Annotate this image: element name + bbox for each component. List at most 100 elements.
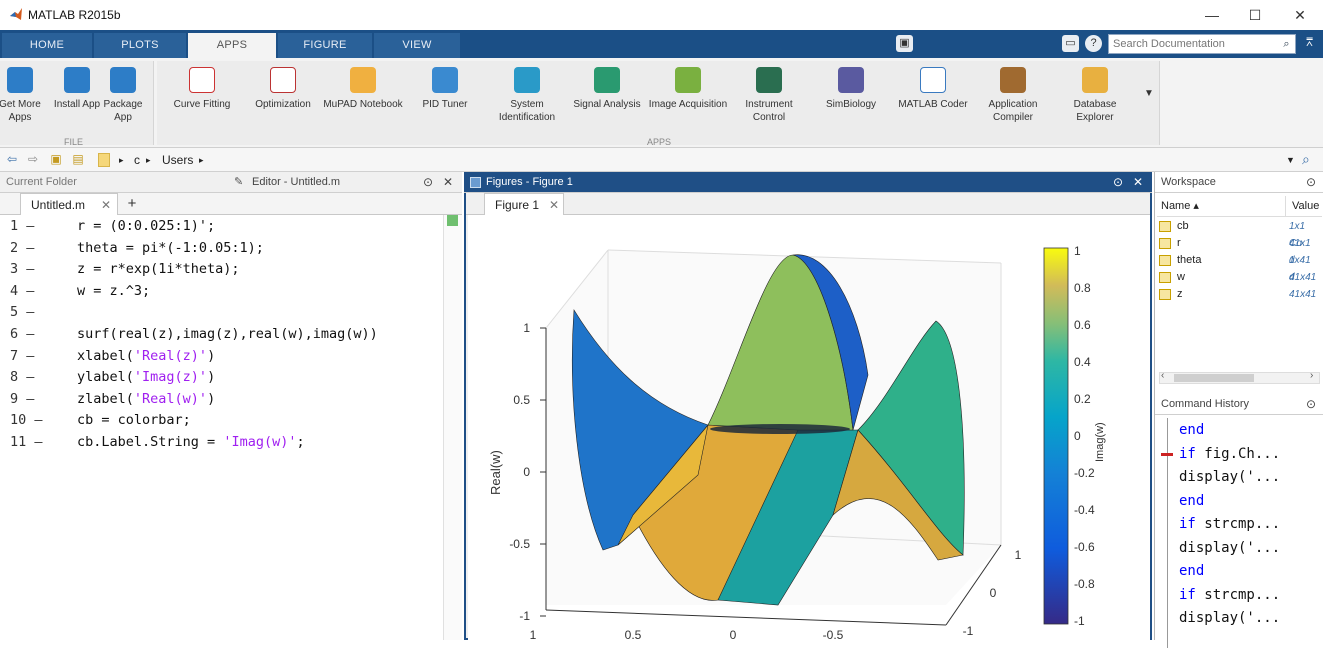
- workspace-hscrollbar[interactable]: ‹ ›: [1159, 370, 1320, 384]
- close-tab-icon[interactable]: ✕: [549, 194, 559, 216]
- line-number[interactable]: 5 —: [10, 302, 40, 324]
- app-image-acquisition[interactable]: Image Acquisition: [648, 67, 728, 111]
- tab-home[interactable]: HOME: [2, 33, 92, 58]
- col-value[interactable]: Value: [1285, 196, 1319, 217]
- code-line[interactable]: 8 — ylabel('Imag(z)'): [0, 367, 440, 389]
- workspace-row[interactable]: theta 1x41 d: [1159, 252, 1319, 283]
- breadcrumb-drive[interactable]: c: [134, 153, 140, 167]
- colorbar-tick-label: -0.4: [1074, 503, 1095, 517]
- plot-area[interactable]: Real(w) 1 0.5 0 -0.5 -1 1 0 -1 1 0.5 0 -0.5 1 0.8 0…: [468, 215, 1150, 642]
- up-folder-icon[interactable]: ▣: [48, 152, 64, 167]
- code-line[interactable]: 4 — w = z.^3;: [0, 281, 440, 303]
- collapse-toolstrip-icon[interactable]: ⩞: [1301, 35, 1318, 52]
- app-matlab-coder[interactable]: MATLAB Coder: [893, 67, 973, 111]
- line-number[interactable]: 3 —: [10, 259, 40, 281]
- maximize-button[interactable]: ☐: [1235, 4, 1275, 26]
- panel-actions-icon[interactable]: ⊙: [420, 172, 436, 193]
- path-dropdown-icon[interactable]: ▼: [1286, 155, 1295, 165]
- minimize-button[interactable]: —: [1192, 4, 1232, 26]
- history-entry[interactable]: if strcmp...: [1179, 587, 1280, 603]
- search-folder-icon[interactable]: ⌕: [1302, 151, 1310, 168]
- search-icon[interactable]: ⌕: [1278, 36, 1295, 53]
- scroll-right-icon[interactable]: ›: [1310, 370, 1313, 381]
- code-line[interactable]: 5 —: [0, 302, 440, 324]
- close-figure-icon[interactable]: ✕: [1130, 172, 1146, 193]
- app-mupad-notebook[interactable]: MuPAD Notebook: [323, 67, 403, 111]
- workspace-row[interactable]: r 41x1 d: [1159, 235, 1319, 266]
- history-entry[interactable]: end: [1179, 563, 1204, 579]
- code-line[interactable]: 2 — theta = pi*(-1:0.05:1);: [0, 238, 440, 260]
- ribbon-more-icon[interactable]: ▼: [1144, 88, 1154, 99]
- tab-plots[interactable]: PLOTS: [94, 33, 186, 58]
- tab-apps[interactable]: APPS: [188, 33, 276, 58]
- history-entry[interactable]: if strcmp...: [1179, 516, 1280, 532]
- surface-plot[interactable]: Real(w) 1 0.5 0 -0.5 -1 1 0 -1 1 0.5 0 -0.5 1 0.8 0…: [468, 215, 1150, 642]
- history-entry[interactable]: display('...: [1179, 469, 1280, 485]
- app-database-explorer[interactable]: Database Explorer: [1055, 67, 1135, 124]
- current-folder-header[interactable]: Current Folder: [0, 172, 230, 193]
- tab-figure[interactable]: FIGURE: [278, 33, 372, 58]
- app-simbiology[interactable]: SimBiology: [811, 67, 891, 111]
- forward-icon[interactable]: ⇨: [25, 152, 41, 167]
- code-line[interactable]: 11 — cb.Label.String = 'Imag(w)';: [0, 432, 440, 454]
- panel-actions-icon[interactable]: ⊙: [1110, 172, 1126, 193]
- app-pid-tuner[interactable]: PID Tuner: [405, 67, 485, 111]
- install-app-button[interactable]: Install App: [52, 67, 102, 111]
- history-entry[interactable]: end: [1179, 493, 1204, 509]
- tab-untitled[interactable]: Untitled.m ✕: [20, 193, 118, 215]
- close-editor-icon[interactable]: ✕: [440, 172, 456, 193]
- line-number[interactable]: 7 —: [10, 346, 40, 368]
- line-number[interactable]: 1 —: [10, 216, 40, 238]
- app-curve-fitting[interactable]: Curve Fitting: [162, 67, 242, 111]
- line-number[interactable]: 10 —: [10, 410, 43, 432]
- workspace-row[interactable]: z 41x41: [1159, 286, 1319, 303]
- history-header: Command History ⊙: [1155, 394, 1323, 415]
- scroll-left-icon[interactable]: ‹: [1161, 370, 1164, 381]
- line-number[interactable]: 2 —: [10, 238, 40, 260]
- code-line[interactable]: 7 — xlabel('Real(z)'): [0, 346, 440, 368]
- line-number[interactable]: 8 —: [10, 367, 40, 389]
- code-area[interactable]: 1 — r = (0:0.025:1)'; 2 — theta = pi*(-1:0.…: [0, 216, 440, 454]
- app-application-compiler[interactable]: Application Compiler: [973, 67, 1053, 124]
- workspace-panel: Workspace ⊙ Name ▴ Value cb 1x1 Co r 41x1 d…: [1154, 172, 1323, 394]
- code-line[interactable]: 9 — zlabel('Real(w)'): [0, 389, 440, 411]
- breadcrumb-users[interactable]: Users: [162, 153, 193, 167]
- get-more-apps-button[interactable]: Get More Apps: [0, 67, 50, 124]
- col-name[interactable]: Name ▴: [1161, 196, 1199, 217]
- help-icon[interactable]: ?: [1085, 35, 1102, 52]
- panel-actions-icon[interactable]: ⊙: [1303, 394, 1319, 415]
- search-input[interactable]: Search Documentation: [1108, 34, 1296, 54]
- history-entry[interactable]: if fig.Ch...: [1179, 446, 1280, 462]
- workspace-row[interactable]: w 41x41: [1159, 269, 1319, 286]
- close-button[interactable]: ✕: [1280, 4, 1320, 26]
- code-line[interactable]: 6 — surf(real(z),imag(z),real(w),imag(w)): [0, 324, 440, 346]
- close-tab-icon[interactable]: ✕: [101, 194, 111, 216]
- package-app-button[interactable]: Package App: [98, 67, 148, 124]
- app-system-identification[interactable]: System Identification: [487, 67, 567, 124]
- code-line[interactable]: 3 — z = r*exp(1i*theta);: [0, 259, 440, 281]
- tab-view[interactable]: VIEW: [374, 33, 460, 58]
- tab-figure-1[interactable]: Figure 1 ✕: [484, 193, 564, 215]
- app-optimization[interactable]: Optimization: [243, 67, 323, 111]
- code-line[interactable]: 1 — r = (0:0.025:1)';: [0, 216, 440, 238]
- history-entry[interactable]: end: [1179, 422, 1204, 438]
- line-number[interactable]: 11 —: [10, 432, 43, 454]
- new-tab-icon[interactable]: +: [120, 193, 144, 215]
- quick-access-icon[interactable]: ▣: [896, 35, 913, 52]
- app-instrument-control[interactable]: Instrument Control: [729, 67, 809, 124]
- line-number[interactable]: 9 —: [10, 389, 40, 411]
- scroll-thumb[interactable]: [1174, 374, 1254, 382]
- panel-actions-icon[interactable]: ⊙: [1303, 172, 1319, 193]
- window-layout-icon[interactable]: ▭: [1062, 35, 1079, 52]
- history-entry[interactable]: display('...: [1179, 610, 1280, 626]
- back-icon[interactable]: ⇦: [4, 152, 20, 167]
- browse-folder-icon[interactable]: ▤: [70, 152, 86, 167]
- colorbar[interactable]: [1043, 247, 1069, 625]
- line-number[interactable]: 6 —: [10, 324, 40, 346]
- code-line[interactable]: 10 — cb = colorbar;: [0, 410, 440, 432]
- editor-scrollbar[interactable]: [443, 215, 462, 640]
- history-entry[interactable]: display('...: [1179, 540, 1280, 556]
- workspace-row[interactable]: cb 1x1 Co: [1159, 218, 1319, 249]
- app-signal-analysis[interactable]: Signal Analysis: [567, 67, 647, 111]
- line-number[interactable]: 4 —: [10, 281, 40, 303]
